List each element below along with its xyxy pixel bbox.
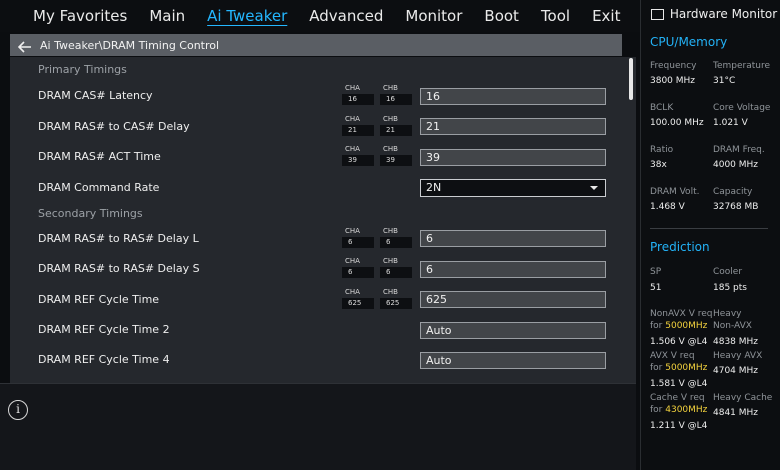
scrollbar-thumb[interactable] bbox=[629, 58, 633, 100]
bclk-value: 100.00 MHz bbox=[650, 118, 704, 128]
ref-cycle-time-input[interactable]: 625 bbox=[420, 291, 606, 308]
setting-label-cas-latency: DRAM CAS# Latency bbox=[38, 89, 153, 102]
top-menu: My Favorites Main Ai Tweaker Advanced Mo… bbox=[0, 0, 640, 32]
heavy-nonavx-label-2: Non-AVX bbox=[713, 321, 752, 331]
tab-my-favorites[interactable]: My Favorites bbox=[22, 0, 138, 32]
cooler-label: Cooler bbox=[713, 267, 743, 277]
breadcrumb: Ai Tweaker\DRAM Timing Control bbox=[10, 34, 622, 56]
setting-label-ras-to-cas: DRAM RAS# to CAS# Delay bbox=[38, 120, 190, 133]
tab-ai-tweaker[interactable]: Ai Tweaker bbox=[196, 0, 298, 32]
channel-b-value: CHB 16 bbox=[380, 84, 412, 105]
help-panel: i bbox=[0, 383, 636, 470]
back-arrow-icon[interactable] bbox=[17, 38, 34, 53]
setting-label-rrd-l: DRAM RAS# to RAS# Delay L bbox=[38, 232, 199, 245]
avx-req-freq: for 5000MHz bbox=[650, 363, 708, 373]
heavy-nonavx-label-1: Heavy bbox=[713, 309, 742, 319]
heavy-avx-value: 4704 MHz bbox=[713, 366, 759, 376]
avx-req-value: 1.581 V @L4 bbox=[650, 379, 708, 389]
temperature-label: Temperature bbox=[713, 61, 771, 71]
ratio-value: 38x bbox=[650, 160, 667, 170]
chevron-down-icon bbox=[590, 186, 598, 190]
bios-screen: { "tabs": ["My Favorites", "Main", "Ai T… bbox=[0, 0, 780, 470]
frequency-value: 3800 MHz bbox=[650, 76, 696, 86]
dram-volt-value: 1.468 V bbox=[650, 202, 685, 212]
channel-a-value: CHA 6 bbox=[342, 257, 374, 278]
ref-cycle-time-4-input[interactable]: Auto bbox=[420, 352, 606, 369]
channel-a-value: CHA 16 bbox=[342, 84, 374, 105]
setting-label-command-rate: DRAM Command Rate bbox=[38, 181, 160, 194]
tab-boot[interactable]: Boot bbox=[473, 0, 530, 32]
capacity-value: 32768 MB bbox=[713, 202, 759, 212]
monitor-icon bbox=[651, 9, 664, 20]
rrd-l-input[interactable]: 6 bbox=[420, 230, 606, 247]
sp-label: SP bbox=[650, 267, 662, 277]
heavy-cache-label: Heavy Cache bbox=[713, 393, 773, 403]
setting-label-ref-cycle-time: DRAM REF Cycle Time bbox=[38, 293, 160, 306]
channel-b-value: CHB 6 bbox=[380, 257, 412, 278]
channel-b-value: CHB 625 bbox=[380, 288, 412, 309]
command-rate-value: 2N bbox=[426, 181, 442, 194]
heavy-cache-value: 4841 MHz bbox=[713, 408, 759, 418]
dram-freq-label: DRAM Freq. bbox=[713, 145, 765, 155]
cpu-memory-heading: CPU/Memory bbox=[650, 35, 728, 49]
heavy-avx-label: Heavy AVX bbox=[713, 351, 763, 361]
frequency-label: Frequency bbox=[650, 61, 697, 71]
section-primary-timings: Primary Timings bbox=[38, 63, 127, 76]
setting-label-ref-cycle-time-2: DRAM REF Cycle Time 2 bbox=[38, 323, 170, 336]
core-voltage-label: Core Voltage bbox=[713, 103, 771, 113]
channel-a-value: CHA 6 bbox=[342, 227, 374, 248]
setting-label-ras-act-time: DRAM RAS# ACT Time bbox=[38, 150, 161, 163]
tab-main[interactable]: Main bbox=[138, 0, 196, 32]
prediction-heading: Prediction bbox=[650, 240, 710, 254]
setting-label-rrd-s: DRAM RAS# to RAS# Delay S bbox=[38, 262, 200, 275]
ref-cycle-time-2-input[interactable]: Auto bbox=[420, 322, 606, 339]
channel-a-value: CHA 625 bbox=[342, 288, 374, 309]
tab-exit[interactable]: Exit bbox=[581, 0, 631, 32]
ras-to-cas-input[interactable]: 21 bbox=[420, 118, 606, 135]
nonavx-req-freq: for 5000MHz bbox=[650, 321, 708, 331]
sp-value: 51 bbox=[650, 283, 662, 293]
section-secondary-timings: Secondary Timings bbox=[38, 207, 143, 220]
dram-volt-label: DRAM Volt. bbox=[650, 187, 700, 197]
info-icon: i bbox=[8, 400, 28, 420]
breadcrumb-path: Ai Tweaker\DRAM Timing Control bbox=[40, 38, 220, 52]
avx-req-label: AVX V req bbox=[650, 351, 695, 361]
core-voltage-value: 1.021 V bbox=[713, 118, 748, 128]
setting-label-ref-cycle-time-4: DRAM REF Cycle Time 4 bbox=[38, 353, 170, 366]
heavy-nonavx-value: 4838 MHz bbox=[713, 337, 759, 347]
hardware-monitor-title: Hardware Monitor bbox=[651, 7, 777, 21]
capacity-label: Capacity bbox=[713, 187, 753, 197]
channel-a-value: CHA 39 bbox=[342, 145, 374, 166]
tab-advanced[interactable]: Advanced bbox=[298, 0, 394, 32]
channel-b-value: CHB 39 bbox=[380, 145, 412, 166]
channel-b-value: CHB 21 bbox=[380, 115, 412, 136]
bclk-label: BCLK bbox=[650, 103, 674, 113]
cache-req-value: 1.211 V @L4 bbox=[650, 421, 708, 431]
rrd-s-input[interactable]: 6 bbox=[420, 261, 606, 278]
ras-act-time-input[interactable]: 39 bbox=[420, 149, 606, 166]
command-rate-select[interactable]: 2N bbox=[420, 179, 606, 197]
channel-b-value: CHB 6 bbox=[380, 227, 412, 248]
divider bbox=[650, 228, 768, 229]
nonavx-req-value: 1.506 V @L4 bbox=[650, 337, 708, 347]
nonavx-req-label: NonAVX V req bbox=[650, 309, 713, 319]
cooler-value: 185 pts bbox=[713, 283, 747, 293]
temperature-value: 31°C bbox=[713, 76, 736, 86]
settings-panel: Primary Timings DRAM CAS# Latency CHA 16 … bbox=[10, 57, 636, 383]
tab-monitor[interactable]: Monitor bbox=[394, 0, 473, 32]
dram-freq-value: 4000 MHz bbox=[713, 160, 759, 170]
cache-req-label: Cache V req bbox=[650, 393, 705, 403]
tab-tool[interactable]: Tool bbox=[530, 0, 581, 32]
channel-a-value: CHA 21 bbox=[342, 115, 374, 136]
cache-req-freq: for 4300MHz bbox=[650, 405, 708, 415]
hardware-monitor-panel: Hardware Monitor CPU/Memory Frequency 38… bbox=[640, 0, 780, 470]
cas-latency-input[interactable]: 16 bbox=[420, 88, 606, 105]
ratio-label: Ratio bbox=[650, 145, 674, 155]
